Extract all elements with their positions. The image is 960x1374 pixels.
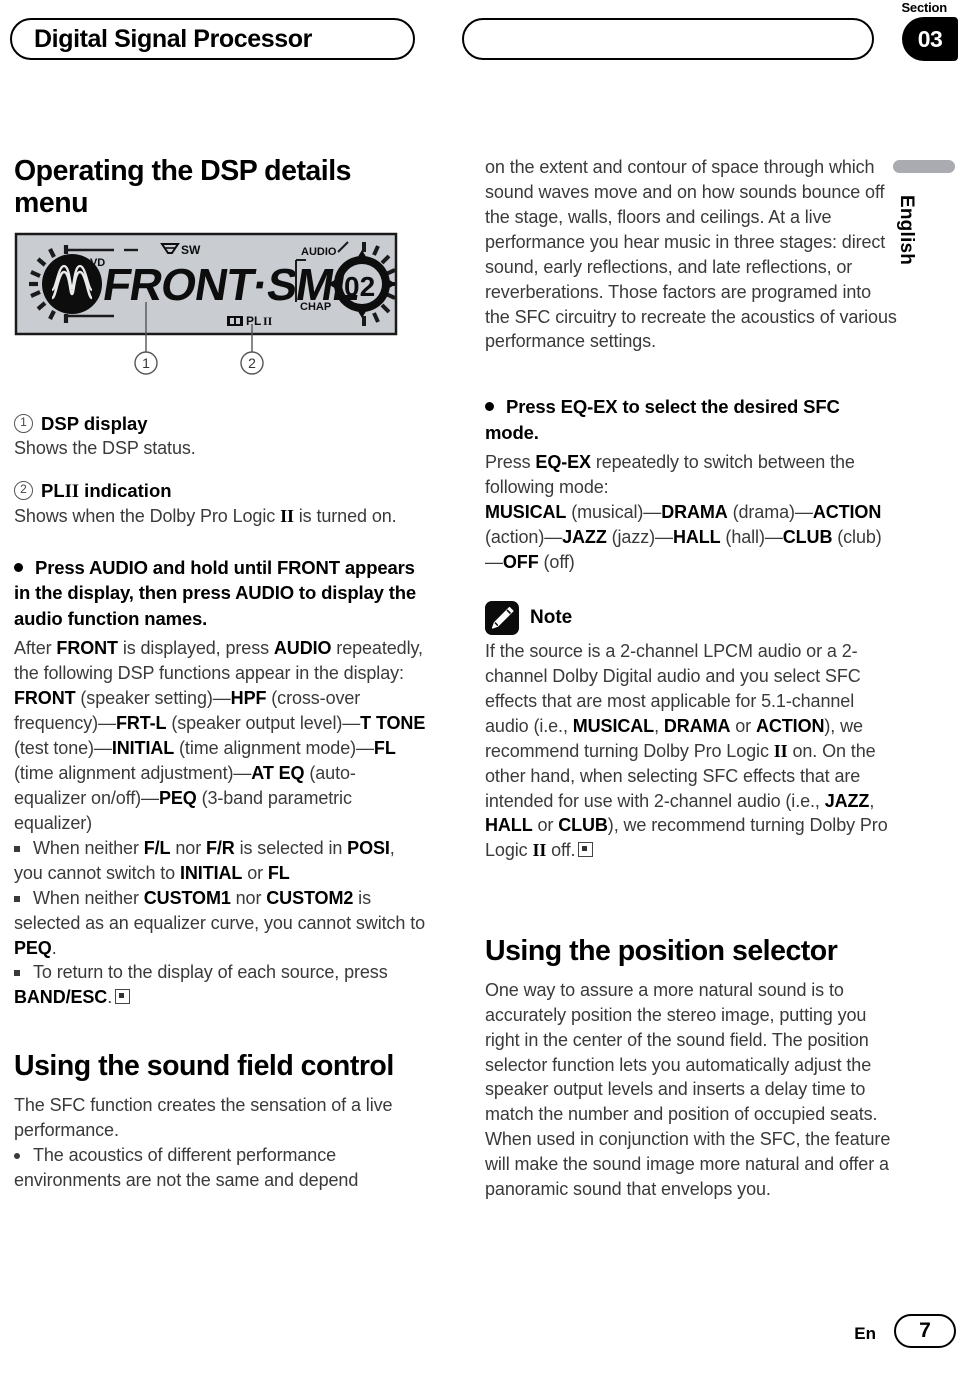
bullet-dot-icon xyxy=(14,562,23,572)
label-dvd: DVD xyxy=(82,257,105,269)
lcd-chapter-number: 02 xyxy=(344,271,375,302)
sound-field-control-heading: Using the sound field control xyxy=(14,1050,394,1083)
callout-marker-2: 2 xyxy=(14,480,33,500)
left-column: Operating the DSP details menu DVD SW FR… xyxy=(14,155,427,1192)
label-chap: CHAP xyxy=(300,301,331,313)
section-number: 03 xyxy=(917,25,943,52)
side-tab-language: English xyxy=(896,195,917,266)
callout-number-1: 1 xyxy=(142,355,150,371)
label-audio: AUDIO xyxy=(301,246,337,258)
note-body: If the source is a 2-channel LPCM audio … xyxy=(485,641,888,861)
instruction-audio-hold-text: Press AUDIO and hold until FRONT appears… xyxy=(14,556,417,629)
dsp-functions-intro: After FRONT is displayed, press AUDIO re… xyxy=(14,638,423,684)
head-unit-svg: DVD SW FRONT·SML PL II AUDIO CHAP 02 1 2 xyxy=(14,232,398,375)
callout-term-1: DSP display xyxy=(41,412,148,434)
label-sw: SW xyxy=(181,243,201,257)
callout-desc-1: Shows the DSP status. xyxy=(14,438,196,459)
page-footer: En 7 xyxy=(0,1314,960,1354)
sound-field-control-bullet-text: The acoustics of different performance e… xyxy=(14,1144,359,1190)
sound-field-control-bullet: The acoustics of different performance e… xyxy=(14,1143,427,1193)
round-bullet-icon xyxy=(14,1152,20,1159)
callout-term-2: PLII indication xyxy=(41,479,172,502)
svg-text:II: II xyxy=(263,314,273,328)
right-column: on the extent and contour of space throu… xyxy=(485,155,898,1202)
square-bullet-icon xyxy=(14,845,20,852)
end-of-section-marker-icon xyxy=(578,842,594,858)
section-number-badge: 03 xyxy=(902,17,958,61)
head-unit-illustration: DVD SW FRONT·SML PL II AUDIO CHAP 02 1 2 xyxy=(14,232,414,382)
callout-marker-1: 1 xyxy=(14,413,33,433)
position-selector-heading: Using the position selector xyxy=(485,935,838,968)
position-selector-body: One way to assure a more natural sound i… xyxy=(485,979,891,1200)
header-blank-pill xyxy=(462,18,874,60)
note-label: Note xyxy=(530,607,573,629)
page-title: Operating the DSP details menu xyxy=(14,155,351,220)
callout-definition-2: 2 PLII indication xyxy=(14,479,427,504)
pencil-icon-svg xyxy=(491,606,514,629)
dsp-function-chain: FRONT (speaker setting)—HPF (cross-over … xyxy=(14,688,426,833)
callout-desc-2: Shows when the Dolby Pro Logic II is tur… xyxy=(14,505,397,526)
bullet-dot-icon xyxy=(485,402,494,412)
page-header: Digital Signal Processor Section 03 xyxy=(0,0,960,70)
end-of-section-marker-icon xyxy=(115,989,131,1005)
chapter-title: Digital Signal Processor xyxy=(34,24,312,53)
note-header: Note xyxy=(485,601,898,636)
square-bullet-icon xyxy=(14,970,20,977)
language-side-tab: English xyxy=(893,160,955,340)
instruction-eqex: Press EQ-EX to select the desired SFC mo… xyxy=(485,394,898,445)
dsp-note-3: To return to the display of each source,… xyxy=(14,962,388,1008)
instruction-audio-hold: Press AUDIO and hold until FRONT appears… xyxy=(14,555,427,632)
side-tab-bar xyxy=(893,160,955,173)
callout-number-2: 2 xyxy=(248,355,256,371)
pencil-icon xyxy=(485,601,519,636)
instruction-eqex-text: Press EQ-EX to select the desired SFC mo… xyxy=(485,396,840,443)
sound-field-control-intro: The SFC function creates the sensation o… xyxy=(14,1094,393,1140)
footer-page-number: 7 xyxy=(919,1319,931,1342)
eqex-mode-chain: MUSICAL (musical)—DRAMA (drama)—ACTION (… xyxy=(485,502,882,573)
footer-page-badge: 7 xyxy=(894,1314,956,1348)
chapter-title-pill: Digital Signal Processor xyxy=(10,18,415,60)
footer-language-code: En xyxy=(854,1324,876,1343)
dsp-note-2: When neither CUSTOM1 nor CUSTOM2 is sele… xyxy=(14,887,426,958)
callout-definition-1: 1 DSP display xyxy=(14,412,427,436)
dolby-plii-indicator: PL II xyxy=(227,314,273,328)
section-label: Section xyxy=(901,0,947,15)
svg-text:PL: PL xyxy=(246,314,261,328)
dsp-note-1: When neither F/L nor F/R is selected in … xyxy=(14,837,395,883)
square-bullet-icon xyxy=(14,895,20,902)
eqex-body: Press EQ-EX repeatedly to switch between… xyxy=(485,452,855,498)
sfc-continued-paragraph: on the extent and contour of space throu… xyxy=(485,157,897,352)
